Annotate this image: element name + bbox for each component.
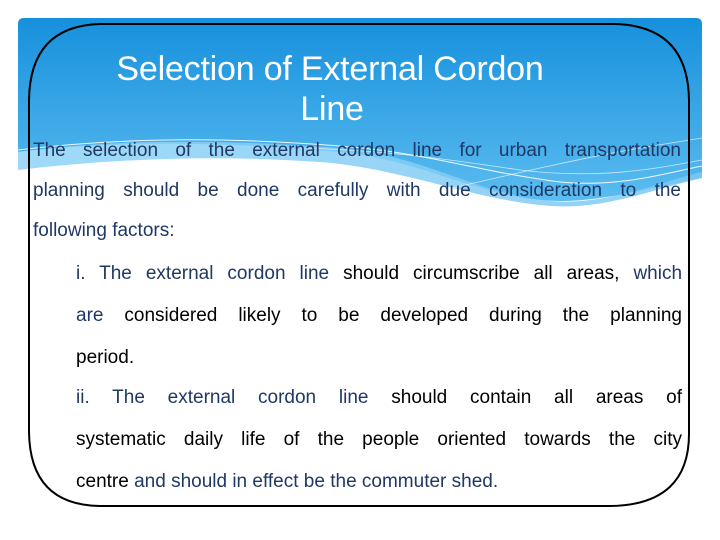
intro-paragraph: The selection of the external cordon lin… (33, 131, 681, 251)
factor-text-segment: are (76, 305, 104, 326)
factor-text-segment: centre (76, 471, 129, 492)
factor-line: centre and should in effect be the commu… (76, 461, 682, 503)
factor-text-segment: which (633, 263, 683, 284)
factor-line: are considered likely to be developed du… (76, 295, 682, 337)
factor-item-1: i. The external cordon line should circu… (76, 253, 682, 379)
factor-line: i. The external cordon line should circu… (76, 253, 682, 295)
slide-title-line-1: Selection of External Cordon (116, 49, 544, 88)
slide-title-line-2: Line (300, 89, 364, 128)
factor-text-segment: should circumscribe all areas, (329, 263, 634, 284)
intro-line: following factors: (33, 220, 175, 241)
factor-text-segment: considered likely to be developed during… (103, 305, 682, 326)
factor-item-2: ii. The external cordon line should cont… (76, 377, 682, 503)
factor-text-segment: and should in effect be the commuter she… (128, 471, 499, 492)
slide-title: Selection of External Cordon Line (30, 49, 630, 129)
factor-line: ii. The external cordon line should cont… (76, 377, 682, 419)
factor-text-segment: i. The external cordon line (76, 263, 330, 284)
intro-line: planning should be done carefully with d… (33, 180, 681, 201)
intro-line: The selection of the external cordon lin… (33, 140, 681, 161)
factor-text-segment: systematic daily life of the people orie… (76, 429, 682, 450)
factor-line: period. (76, 337, 682, 379)
factor-text-segment: period. (76, 347, 135, 368)
factor-line: systematic daily life of the people orie… (76, 419, 682, 461)
factor-text-segment: ii. The external cordon line (76, 387, 369, 408)
factor-text-segment: should contain all areas of (368, 387, 682, 408)
